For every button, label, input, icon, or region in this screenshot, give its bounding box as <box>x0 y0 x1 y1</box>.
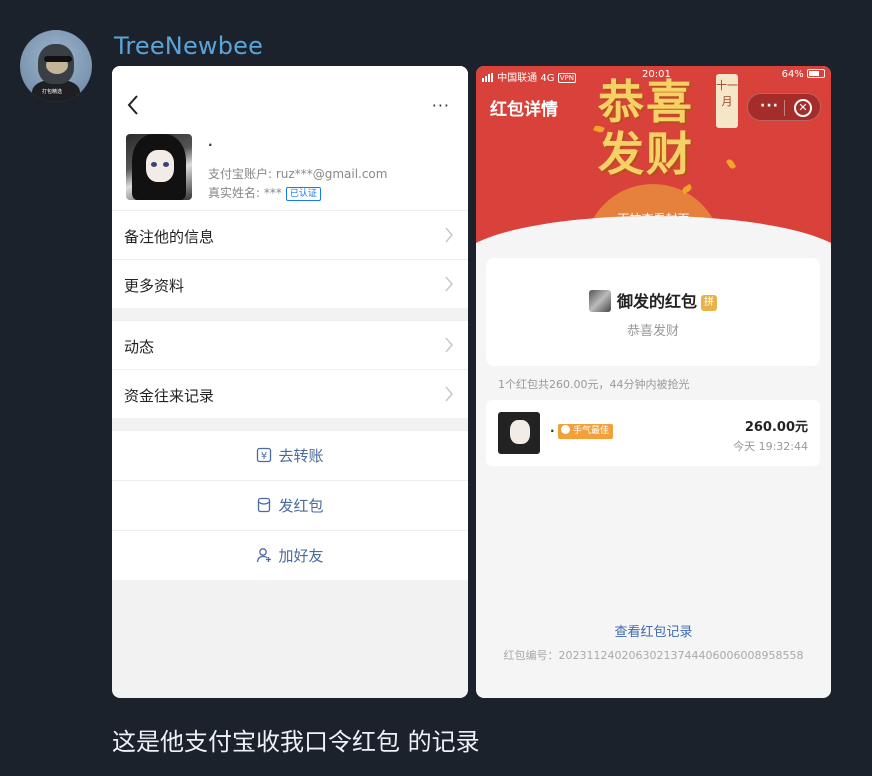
menu-row-label: 动态 <box>124 338 155 356</box>
poster-avatar[interactable]: 打包精选 <box>20 30 92 102</box>
cover-title-line2: 发财 <box>598 127 694 181</box>
receiver-name: · <box>550 424 555 438</box>
avatar-glasses <box>44 56 72 62</box>
status-bar: 中国联通 4G VPN 20:01 64% <box>482 69 825 85</box>
battery-percent: 64% <box>781 69 804 80</box>
best-luck-badge: 手气最佳 <box>558 424 614 439</box>
avatar-eye <box>163 162 169 167</box>
add-friend-button[interactable]: 加好友 <box>112 530 468 580</box>
red-packet-label: 发红包 <box>278 497 324 515</box>
menu-row-note[interactable]: 备注他的信息 <box>112 210 468 259</box>
avatar-face <box>146 150 174 182</box>
avatar-text: 打包精选 <box>42 89 63 95</box>
red-packet-icon <box>258 497 271 513</box>
transfer-label: 去转账 <box>278 447 324 465</box>
verified-badge: 已认证 <box>285 187 321 201</box>
status-left: 中国联通 4G VPN <box>482 69 576 85</box>
svg-text:¥: ¥ <box>261 451 267 462</box>
profile-avatar[interactable] <box>126 134 192 200</box>
poster-username[interactable]: TreeNewbee <box>114 32 263 60</box>
receiver-avatar <box>498 412 540 454</box>
red-packet-detail-screenshot[interactable]: 恭喜 发财 十一月 下拉查看封面 中国联通 4G VPN 20:01 64% 红… <box>476 66 831 698</box>
cover-title: 恭喜 发财 <box>598 76 694 180</box>
menu-row-transactions[interactable]: 资金往来记录 <box>112 369 468 418</box>
receiver-row[interactable]: · 手气最佳 260.00元 今天 19:32:44 <box>486 400 820 466</box>
page-title: 红包详情 <box>490 100 558 120</box>
leaf-decoration <box>725 158 737 170</box>
add-friend-label: 加好友 <box>278 547 324 565</box>
red-packet-id: 红包编号：20231124020630213744406006008958558 <box>503 649 804 662</box>
back-arrow-icon[interactable] <box>126 94 140 116</box>
section-divider <box>112 308 468 320</box>
capsule-separator <box>784 100 785 116</box>
alipay-profile-screenshot[interactable]: ··· · 支付宝账户: ruz***@gmail.com 真实姓名: *** 已… <box>112 66 468 698</box>
red-packet-message: 恭喜发财 <box>626 324 679 339</box>
action-content: 发红包 <box>112 495 468 516</box>
vpn-badge: VPN <box>557 73 576 83</box>
avatar-face <box>510 420 530 444</box>
chevron-right-icon <box>445 386 453 402</box>
post-caption: 这是他支付宝收我口令红包 的记录 <box>112 728 480 756</box>
chevron-right-icon <box>445 337 453 353</box>
more-options-icon[interactable]: ··· <box>760 98 779 114</box>
miniprogram-capsule[interactable]: ··· ✕ <box>747 93 821 121</box>
add-friend-icon <box>257 548 272 563</box>
best-luck-label: 手气最佳 <box>573 426 610 436</box>
received-amount: 260.00元 <box>744 420 808 435</box>
avatar-eye <box>151 162 157 167</box>
battery-icon <box>807 69 825 78</box>
status-time: 20:01 <box>642 69 671 80</box>
menu-row-label: 更多资料 <box>124 277 185 295</box>
profile-header: ··· · 支付宝账户: ruz***@gmail.com 真实姓名: *** 已… <box>112 66 468 210</box>
chevron-right-icon <box>445 276 453 292</box>
menu-row-label: 资金往来记录 <box>124 387 215 405</box>
menu-row-label: 备注他的信息 <box>124 228 215 246</box>
close-icon[interactable]: ✕ <box>794 99 812 117</box>
status-right: 64% <box>782 69 825 80</box>
pin-badge: 拼 <box>701 295 717 311</box>
menu-row-moments[interactable]: 动态 <box>112 320 468 369</box>
chevron-right-icon <box>445 227 453 243</box>
sender-avatar <box>588 290 611 312</box>
red-packet-info-card: 御发的红包拼 恭喜发财 <box>486 258 820 366</box>
more-options-icon[interactable]: ··· <box>432 98 450 114</box>
section-divider <box>112 418 468 430</box>
network: 4G <box>540 73 555 84</box>
sender-name: 御发的红包 <box>616 292 697 311</box>
menu-row-more-info[interactable]: 更多资料 <box>112 259 468 308</box>
real-name: 真实姓名: *** 已认证 <box>208 184 321 201</box>
profile-nickname: · <box>208 138 213 152</box>
action-content: ¥ 去转账 <box>112 445 468 466</box>
real-name-text: 真实姓名: *** <box>208 186 282 200</box>
carrier: 中国联通 <box>497 73 538 84</box>
account-email: 支付宝账户: ruz***@gmail.com <box>208 167 388 181</box>
send-red-packet-button[interactable]: 发红包 <box>112 480 468 530</box>
received-time: 今天 19:32:44 <box>733 440 808 453</box>
red-packet-summary: 1个红包共260.00元，44分钟内被抢光 <box>498 378 690 391</box>
action-content: 加好友 <box>112 545 468 566</box>
signal-icon <box>482 73 494 85</box>
view-records-link[interactable]: 查看红包记录 <box>476 621 831 640</box>
cover-title-line1: 恭喜 <box>598 75 694 129</box>
transfer-button[interactable]: ¥ 去转账 <box>112 430 468 480</box>
sender-line: 御发的红包拼 <box>486 288 820 312</box>
transfer-icon: ¥ <box>257 447 272 463</box>
thumb-icon <box>561 425 570 434</box>
